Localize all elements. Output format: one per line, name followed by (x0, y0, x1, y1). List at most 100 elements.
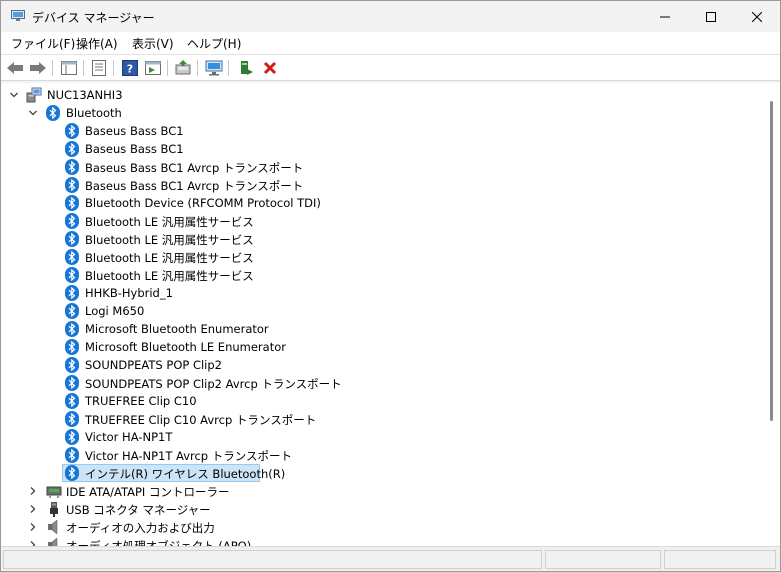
bluetooth-device-row[interactable]: Bluetooth LE 汎用属性サービス (1, 230, 761, 248)
bluetooth-device-row[interactable]: TRUEFREE Clip C10 (1, 392, 761, 410)
uninstall-device-icon[interactable] (260, 58, 280, 78)
bluetooth-device-label: TRUEFREE Clip C10 Avrcp トランスポート (85, 413, 317, 427)
bluetooth-device-row[interactable]: Microsoft Bluetooth Enumerator (1, 320, 761, 338)
computer-icon (26, 87, 42, 103)
speaker-icon (46, 519, 62, 535)
device-tree[interactable]: NUC13ANHI3 Bluetooth Baseus Bass BC1 Base… (1, 83, 780, 546)
bluetooth-device-row[interactable]: Baseus Bass BC1 Avrcp トランスポート (1, 176, 761, 194)
bluetooth-icon (65, 231, 81, 247)
bluetooth-device-label: Microsoft Bluetooth Enumerator (85, 322, 269, 336)
scan-hardware-icon[interactable] (204, 58, 224, 78)
bluetooth-device-row[interactable]: Victor HA-NP1T (1, 428, 761, 446)
bluetooth-device-label: SOUNDPEATS POP Clip2 Avrcp トランスポート (85, 377, 342, 391)
bluetooth-device-row[interactable]: Baseus Bass BC1 (1, 140, 761, 158)
bluetooth-device-label: Logi M650 (85, 304, 145, 318)
bluetooth-device-label: インテル(R) ワイヤレス Bluetooth(R) (85, 467, 286, 481)
status-bar (1, 546, 780, 571)
action-pane-icon[interactable] (143, 58, 163, 78)
chevron-down-icon[interactable] (8, 89, 20, 101)
toolbar-separator (228, 60, 229, 76)
bluetooth-icon (65, 357, 81, 373)
ide-controller-icon (46, 483, 62, 499)
bluetooth-icon (65, 195, 81, 211)
bluetooth-device-label: Baseus Bass BC1 (85, 124, 184, 138)
maximize-button[interactable] (688, 1, 734, 32)
menu-view[interactable]: 表示(V) (132, 35, 174, 52)
menu-action[interactable]: 操作(A) (76, 35, 118, 52)
bluetooth-icon (65, 465, 81, 481)
bluetooth-icon (65, 339, 81, 355)
help-icon[interactable]: ? (120, 58, 140, 78)
bluetooth-device-row[interactable]: Bluetooth LE 汎用属性サービス (1, 212, 761, 230)
status-pane-tertiary (664, 550, 776, 569)
vertical-scrollbar[interactable] (764, 83, 780, 546)
toolbar-separator (52, 60, 53, 76)
bluetooth-icon (65, 429, 81, 445)
bluetooth-device-row[interactable]: Baseus Bass BC1 (1, 122, 761, 140)
chevron-down-icon[interactable] (27, 107, 39, 119)
bluetooth-device-label: Victor HA-NP1T Avrcp トランスポート (85, 449, 293, 463)
status-pane-secondary (545, 550, 661, 569)
bluetooth-device-label: Baseus Bass BC1 (85, 142, 184, 156)
bluetooth-device-row[interactable]: TRUEFREE Clip C10 Avrcp トランスポート (1, 410, 761, 428)
chevron-right-icon[interactable] (27, 485, 39, 497)
bluetooth-device-row[interactable]: Victor HA-NP1T Avrcp トランスポート (1, 446, 761, 464)
bluetooth-device-row[interactable]: Microsoft Bluetooth LE Enumerator (1, 338, 761, 356)
bluetooth-device-label: Bluetooth LE 汎用属性サービス (85, 215, 254, 229)
bluetooth-icon (65, 393, 81, 409)
category-row-audio-io[interactable]: オーディオの入力および出力 (1, 518, 761, 536)
bluetooth-device-label: Bluetooth Device (RFCOMM Protocol TDI) (85, 196, 321, 210)
show-hide-tree-icon[interactable] (59, 58, 79, 78)
bluetooth-icon (65, 141, 81, 157)
category-row-ide[interactable]: IDE ATA/ATAPI コントローラー (1, 482, 761, 500)
category-row-usb-connector[interactable]: USB コネクタ マネージャー (1, 500, 761, 518)
menu-help[interactable]: ヘルプ(H) (187, 35, 241, 52)
bluetooth-icon (65, 303, 81, 319)
bluetooth-device-label: Victor HA-NP1T (85, 430, 173, 444)
bluetooth-device-row[interactable]: Baseus Bass BC1 Avrcp トランスポート (1, 158, 761, 176)
close-button[interactable] (734, 1, 780, 32)
bluetooth-device-row[interactable]: Logi M650 (1, 302, 761, 320)
forward-arrow-icon[interactable] (28, 58, 48, 78)
bluetooth-device-row[interactable]: Bluetooth LE 汎用属性サービス (1, 248, 761, 266)
scrollbar-thumb[interactable] (770, 101, 773, 421)
bluetooth-icon (65, 249, 81, 265)
bluetooth-device-label: HHKB-Hybrid_1 (85, 286, 173, 300)
bluetooth-icon (65, 321, 81, 337)
device-manager-app-icon (11, 10, 25, 22)
bluetooth-category-label: Bluetooth (66, 106, 122, 120)
update-driver-icon[interactable] (173, 58, 193, 78)
title-bar[interactable]: デバイス マネージャー (1, 1, 780, 32)
window-title: デバイス マネージャー (32, 11, 155, 25)
chevron-right-icon[interactable] (27, 503, 39, 515)
toolbar-separator (113, 60, 114, 76)
bluetooth-device-row[interactable]: HHKB-Hybrid_1 (1, 284, 761, 302)
enable-device-icon[interactable] (236, 58, 256, 78)
bluetooth-device-label: Bluetooth LE 汎用属性サービス (85, 251, 254, 265)
bluetooth-device-row[interactable]: SOUNDPEATS POP Clip2 Avrcp トランスポート (1, 374, 761, 392)
menu-file[interactable]: ファイル(F) (11, 35, 75, 52)
bluetooth-device-label: Bluetooth LE 汎用属性サービス (85, 269, 254, 283)
bluetooth-category-row[interactable]: Bluetooth (1, 104, 761, 122)
menu-bar: ファイル(F) 操作(A) 表示(V) ヘルプ(H) (1, 32, 780, 54)
toolbar: ? (1, 54, 780, 81)
properties-icon[interactable] (89, 58, 109, 78)
bluetooth-icon (65, 375, 81, 391)
usb-connector-icon (46, 501, 62, 517)
category-row-audio-apo[interactable]: オーディオ処理オブジェクト (APO) (1, 536, 761, 546)
minimize-button[interactable] (642, 1, 688, 32)
bluetooth-device-label: Baseus Bass BC1 Avrcp トランスポート (85, 179, 304, 193)
tree-root-row[interactable]: NUC13ANHI3 (1, 86, 761, 104)
chevron-right-icon[interactable] (27, 521, 39, 533)
bluetooth-icon (46, 105, 62, 121)
chevron-right-icon[interactable] (27, 539, 39, 546)
category-label: オーディオ処理オブジェクト (APO) (66, 539, 252, 546)
bluetooth-device-row[interactable]: Bluetooth LE 汎用属性サービス (1, 266, 761, 284)
bluetooth-device-row[interactable]: Bluetooth Device (RFCOMM Protocol TDI) (1, 194, 761, 212)
bluetooth-icon (65, 213, 81, 229)
device-manager-window: デバイス マネージャー ファイル(F) 操作(A) 表示(V) ヘルプ(H) ?… (0, 0, 781, 572)
bluetooth-device-row[interactable]: SOUNDPEATS POP Clip2 (1, 356, 761, 374)
bluetooth-device-row-selected[interactable]: インテル(R) ワイヤレス Bluetooth(R) (1, 464, 761, 482)
toolbar-separator (83, 60, 84, 76)
back-arrow-icon[interactable] (5, 58, 25, 78)
